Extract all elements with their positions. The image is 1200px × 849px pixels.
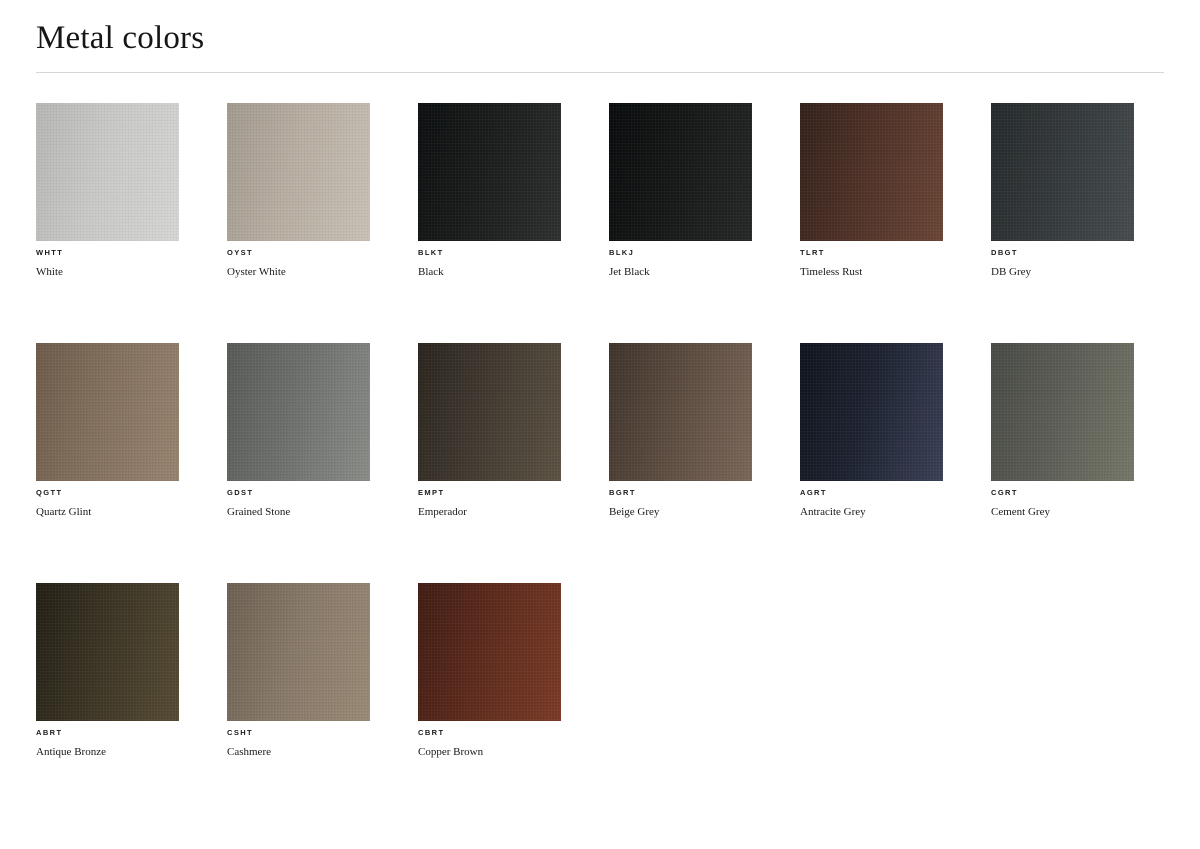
swatch-card[interactable]: EMPT Emperador [418,343,561,518]
swatch-sample [609,103,752,241]
swatch-code: BLKT [418,248,444,257]
swatch-sample [418,103,561,241]
swatch-sample [227,583,370,721]
swatch-code: WHTT [36,248,64,257]
swatch-name: White [36,266,63,278]
swatch-card[interactable]: CSHT Cashmere [227,583,370,758]
swatch-name: Black [418,266,444,278]
swatch-name: Oyster White [227,266,286,278]
swatch-code: CBRT [418,728,445,737]
swatch-sample [800,343,943,481]
swatch-card[interactable]: BGRT Beige Grey [609,343,752,518]
swatch-code: OYST [227,248,254,257]
swatch-card[interactable]: CBRT Copper Brown [418,583,561,758]
swatch-name: Antracite Grey [800,506,866,518]
swatch-sample [227,103,370,241]
swatch-name: Antique Bronze [36,746,106,758]
swatch-card[interactable]: BLKT Black [418,103,561,278]
swatch-name: Jet Black [609,266,650,278]
swatch-card[interactable]: OYST Oyster White [227,103,370,278]
swatch-code: CGRT [991,488,1018,497]
swatch-card[interactable]: BLKJ Jet Black [609,103,752,278]
swatch-code: CSHT [227,728,254,737]
swatch-sample [418,343,561,481]
swatch-card[interactable]: DBGT DB Grey [991,103,1134,278]
swatch-sample [991,103,1134,241]
swatch-code: TLRT [800,248,825,257]
swatch-code: AGRT [800,488,827,497]
swatch-code: GDST [227,488,254,497]
swatch-grid: WHTT White OYST Oyster White BLKT Black … [36,103,1166,758]
swatch-name: Beige Grey [609,506,660,518]
swatch-code: BGRT [609,488,636,497]
swatch-name: Emperador [418,506,467,518]
swatch-sample [36,343,179,481]
swatch-card[interactable]: WHTT White [36,103,179,278]
swatch-card[interactable]: TLRT Timeless Rust [800,103,943,278]
title-divider [36,72,1164,73]
swatch-name: DB Grey [991,266,1032,278]
swatch-card[interactable]: CGRT Cement Grey [991,343,1134,518]
swatch-name: Quartz Glint [36,506,92,518]
swatch-name: Timeless Rust [800,266,863,278]
swatch-name: Cashmere [227,746,271,758]
swatch-sample [227,343,370,481]
swatch-sample [36,583,179,721]
page-title: Metal colors [36,20,205,56]
swatch-sample [609,343,752,481]
swatch-code: QGTT [36,488,63,497]
swatch-sample [800,103,943,241]
swatch-card[interactable]: GDST Grained Stone [227,343,370,518]
swatch-name: Copper Brown [418,746,484,758]
swatch-sample [418,583,561,721]
swatch-sample [991,343,1134,481]
swatch-name: Grained Stone [227,506,291,518]
swatch-code: BLKJ [609,248,635,257]
swatch-card[interactable]: AGRT Antracite Grey [800,343,943,518]
swatch-name: Cement Grey [991,506,1050,518]
swatch-card[interactable]: QGTT Quartz Glint [36,343,179,518]
swatch-code: DBGT [991,248,1018,257]
swatch-card[interactable]: ABRT Antique Bronze [36,583,179,758]
swatch-code: EMPT [418,488,445,497]
swatch-code: ABRT [36,728,63,737]
swatch-sample [36,103,179,241]
